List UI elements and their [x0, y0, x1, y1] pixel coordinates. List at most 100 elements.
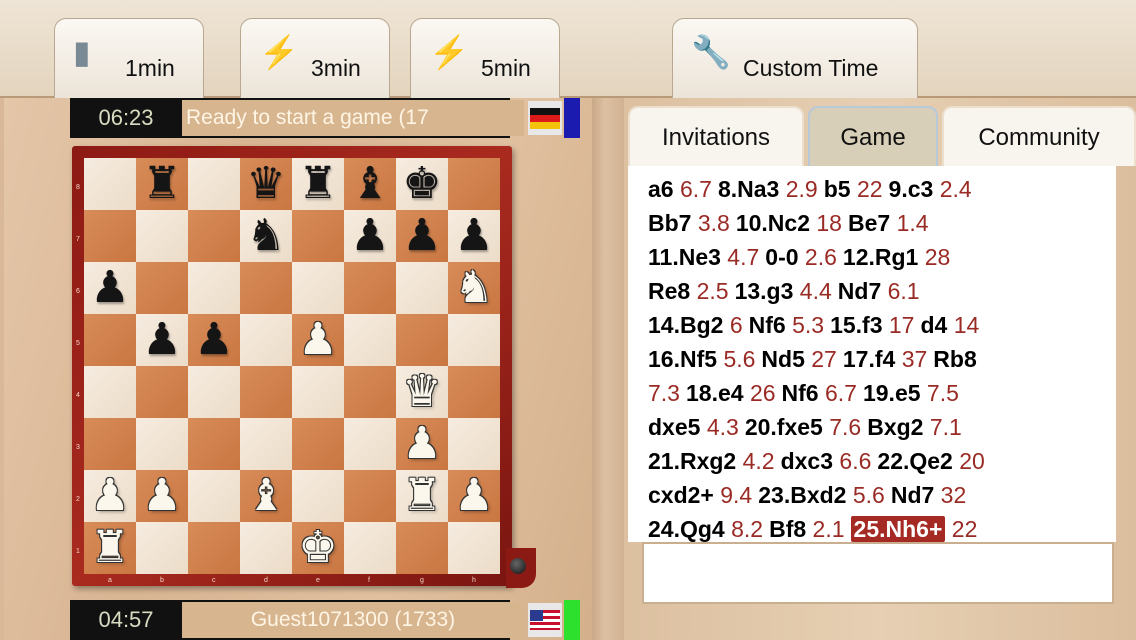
- move[interactable]: cxd2+: [648, 482, 714, 508]
- white-pawn-icon[interactable]: ♟: [454, 474, 493, 518]
- square-e4[interactable]: [292, 366, 344, 418]
- move[interactable]: 21.Rxg2: [648, 448, 736, 474]
- current-move[interactable]: 25.Nh6+: [850, 516, 946, 542]
- move[interactable]: 23.Bxd2: [758, 482, 846, 508]
- square-a8[interactable]: [84, 158, 136, 210]
- move[interactable]: Rb8: [933, 346, 976, 372]
- move[interactable]: 11.Ne3: [648, 244, 721, 270]
- square-f3[interactable]: [344, 418, 396, 470]
- move[interactable]: Nf6: [782, 380, 819, 406]
- square-c3[interactable]: [188, 418, 240, 470]
- move[interactable]: dxc3: [781, 448, 833, 474]
- square-f7[interactable]: ♟: [344, 210, 396, 262]
- black-pawn-icon[interactable]: ♟: [454, 214, 493, 258]
- move[interactable]: 13.g3: [735, 278, 794, 304]
- tab-invitations[interactable]: Invitations: [628, 106, 804, 166]
- square-g8[interactable]: ♚: [396, 158, 448, 210]
- square-a5[interactable]: [84, 314, 136, 366]
- square-f5[interactable]: [344, 314, 396, 366]
- time-5min-button[interactable]: ⚡ 5min: [410, 18, 560, 98]
- square-d7[interactable]: ♞: [240, 210, 292, 262]
- move[interactable]: 10.Nc2: [736, 210, 810, 236]
- white-pawn-icon[interactable]: ♟: [402, 422, 441, 466]
- white-pawn-icon[interactable]: ♟: [90, 474, 129, 518]
- move[interactable]: 24.Qg4: [648, 516, 725, 542]
- square-g7[interactable]: ♟: [396, 210, 448, 262]
- move[interactable]: Nd7: [838, 278, 881, 304]
- move[interactable]: 14.Bg2: [648, 312, 723, 338]
- black-queen-icon[interactable]: ♛: [246, 162, 285, 206]
- black-rook-icon[interactable]: ♜: [142, 162, 181, 206]
- move[interactable]: d4: [920, 312, 947, 338]
- square-d5[interactable]: [240, 314, 292, 366]
- square-d4[interactable]: [240, 366, 292, 418]
- square-e6[interactable]: [292, 262, 344, 314]
- square-d6[interactable]: [240, 262, 292, 314]
- move[interactable]: 12.Rg1: [843, 244, 918, 270]
- square-a4[interactable]: [84, 366, 136, 418]
- square-d8[interactable]: ♛: [240, 158, 292, 210]
- board-knob[interactable]: [510, 558, 526, 574]
- square-h8[interactable]: [448, 158, 500, 210]
- black-king-icon[interactable]: ♚: [402, 162, 441, 206]
- custom-time-button[interactable]: 🔧 Custom Time: [672, 18, 918, 98]
- square-b4[interactable]: [136, 366, 188, 418]
- black-pawn-icon[interactable]: ♟: [90, 266, 129, 310]
- white-bishop-icon[interactable]: ♝: [246, 474, 285, 518]
- move[interactable]: 22.Qe2: [877, 448, 952, 474]
- black-bishop-icon[interactable]: ♝: [350, 162, 389, 206]
- square-b5[interactable]: ♟: [136, 314, 188, 366]
- square-c2[interactable]: [188, 470, 240, 522]
- move[interactable]: 15.f3: [830, 312, 882, 338]
- square-f2[interactable]: [344, 470, 396, 522]
- square-f4[interactable]: [344, 366, 396, 418]
- black-rook-icon[interactable]: ♜: [298, 162, 337, 206]
- white-rook-icon[interactable]: ♜: [90, 526, 129, 570]
- black-pawn-icon[interactable]: ♟: [142, 318, 181, 362]
- move[interactable]: 17.f4: [843, 346, 895, 372]
- chat-input[interactable]: [642, 542, 1114, 604]
- square-e3[interactable]: [292, 418, 344, 470]
- square-b6[interactable]: [136, 262, 188, 314]
- square-g5[interactable]: [396, 314, 448, 366]
- square-c5[interactable]: ♟: [188, 314, 240, 366]
- square-h7[interactable]: ♟: [448, 210, 500, 262]
- move[interactable]: 9.c3: [889, 176, 934, 202]
- square-e1[interactable]: ♚: [292, 522, 344, 574]
- white-rook-icon[interactable]: ♜: [402, 474, 441, 518]
- square-b7[interactable]: [136, 210, 188, 262]
- black-pawn-icon[interactable]: ♟: [350, 214, 389, 258]
- square-f1[interactable]: [344, 522, 396, 574]
- square-b8[interactable]: ♜: [136, 158, 188, 210]
- white-pawn-icon[interactable]: ♟: [298, 318, 337, 362]
- square-h2[interactable]: ♟: [448, 470, 500, 522]
- square-h3[interactable]: [448, 418, 500, 470]
- white-pawn-icon[interactable]: ♟: [142, 474, 181, 518]
- move[interactable]: Bb7: [648, 210, 691, 236]
- square-a6[interactable]: ♟: [84, 262, 136, 314]
- move[interactable]: Be7: [848, 210, 890, 236]
- square-b1[interactable]: [136, 522, 188, 574]
- square-h4[interactable]: [448, 366, 500, 418]
- black-pawn-icon[interactable]: ♟: [194, 318, 233, 362]
- square-d3[interactable]: [240, 418, 292, 470]
- white-king-icon[interactable]: ♚: [298, 526, 337, 570]
- move[interactable]: Bxg2: [867, 414, 923, 440]
- move[interactable]: Nd7: [891, 482, 934, 508]
- square-h5[interactable]: [448, 314, 500, 366]
- move[interactable]: 19.e5: [863, 380, 921, 406]
- square-g3[interactable]: ♟: [396, 418, 448, 470]
- white-queen-icon[interactable]: ♛: [402, 370, 441, 414]
- move[interactable]: 16.Nf5: [648, 346, 717, 372]
- square-c8[interactable]: [188, 158, 240, 210]
- square-h6[interactable]: ♞: [448, 262, 500, 314]
- move[interactable]: 0-0: [765, 244, 798, 270]
- move[interactable]: a6: [648, 176, 674, 202]
- square-a1[interactable]: ♜: [84, 522, 136, 574]
- move[interactable]: Re8: [648, 278, 690, 304]
- square-a7[interactable]: [84, 210, 136, 262]
- square-f8[interactable]: ♝: [344, 158, 396, 210]
- square-a3[interactable]: [84, 418, 136, 470]
- move[interactable]: dxe5: [648, 414, 700, 440]
- white-knight-icon[interactable]: ♞: [454, 266, 493, 310]
